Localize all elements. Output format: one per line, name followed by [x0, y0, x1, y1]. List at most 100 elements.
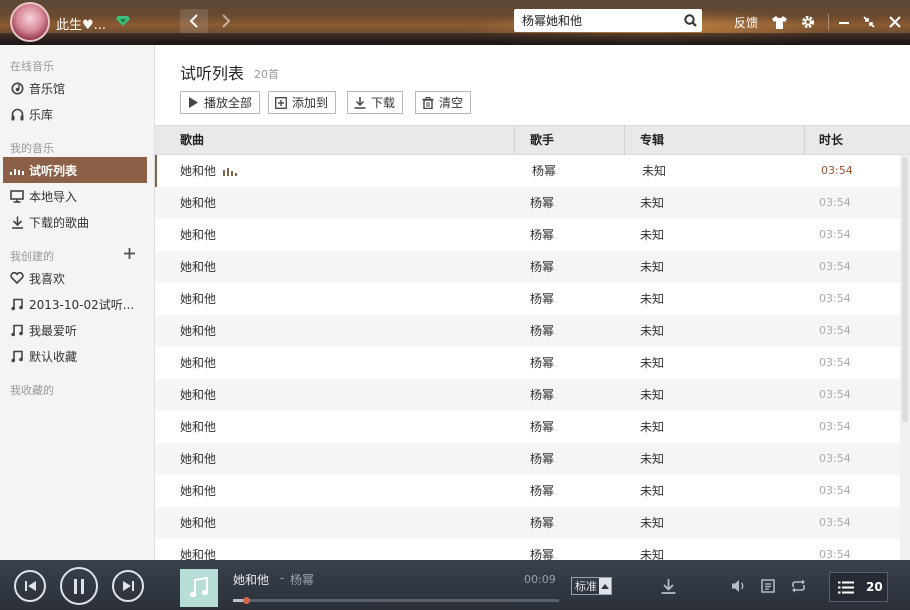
forward-button[interactable]	[212, 9, 240, 33]
table-row[interactable]: 她和他 杨幂 未知 03:54	[155, 475, 900, 507]
skip-previous-icon	[24, 581, 36, 591]
quality-label: 标准	[575, 580, 597, 593]
song-duration: 03:54	[821, 164, 853, 177]
sidebar-item-playlist-2013[interactable]: 2013-10-02试听...	[3, 291, 147, 317]
music-hall-icon	[10, 81, 24, 95]
clear-label: 清空	[439, 96, 464, 110]
minimize-button[interactable]	[834, 12, 854, 32]
album-cover[interactable]	[180, 569, 218, 607]
table-row-playing[interactable]: 她和他 杨幂 未知 03:54	[155, 155, 900, 187]
sidebar-item-music-hall[interactable]: 音乐馆	[3, 75, 147, 101]
song-title: 她和他	[180, 388, 217, 402]
column-header-album[interactable]: 专辑	[626, 126, 664, 154]
avatar[interactable]	[10, 2, 50, 42]
list-icon	[838, 581, 854, 593]
sidebar-item-local-import[interactable]: 本地导入	[3, 183, 147, 209]
clear-button[interactable]: 清空	[415, 91, 472, 114]
sidebar-item-label: 本地导入	[29, 189, 78, 204]
settings-button[interactable]	[798, 12, 818, 32]
column-header-artist[interactable]: 歌手	[516, 126, 554, 154]
add-to-label: 添加到	[292, 96, 329, 110]
table-row[interactable]: 她和他 杨幂 未知 03:54	[155, 283, 900, 315]
scrollbar[interactable]	[900, 155, 910, 560]
download-button[interactable]	[659, 577, 677, 595]
table-row[interactable]: 她和他 杨幂 未知 03:54	[155, 411, 900, 443]
search-button[interactable]	[678, 10, 702, 31]
gear-icon	[802, 16, 814, 28]
progress-knob[interactable]	[243, 597, 250, 604]
column-header-duration[interactable]: 时长	[805, 126, 843, 154]
now-playing-artist[interactable]: 杨幂	[290, 571, 314, 588]
plus-icon	[123, 247, 135, 259]
table-row[interactable]: 她和他 杨幂 未知 03:54	[155, 219, 900, 251]
song-title: 她和他	[180, 484, 217, 498]
lyrics-button[interactable]	[759, 577, 777, 595]
playlist-count: 20	[866, 580, 883, 594]
download-icon	[354, 96, 366, 109]
play-all-label: 播放全部	[204, 96, 253, 110]
sidebar-item-listening-list[interactable]: 试听列表	[3, 157, 147, 183]
sidebar-item-most-loved[interactable]: 我最爱听	[3, 317, 147, 343]
download-button[interactable]: 下载	[347, 91, 404, 114]
song-artist: 杨幂	[530, 452, 555, 466]
skip-next-icon	[122, 581, 134, 591]
previous-button[interactable]	[14, 570, 46, 602]
sidebar-item-library[interactable]: 乐库	[3, 101, 147, 127]
trash-icon	[422, 96, 434, 109]
table-row[interactable]: 她和他 杨幂 未知 03:54	[155, 539, 900, 560]
volume-button[interactable]	[730, 577, 748, 595]
username[interactable]: 此生♥...	[56, 14, 106, 33]
skin-button[interactable]	[769, 12, 789, 32]
add-playlist-button[interactable]	[122, 246, 136, 260]
play-all-button[interactable]: 播放全部	[180, 91, 261, 114]
add-box-icon	[275, 96, 287, 109]
song-duration: 03:54	[819, 516, 851, 529]
song-duration: 03:54	[819, 452, 851, 465]
table-row[interactable]: 她和他 杨幂 未知 03:54	[155, 251, 900, 283]
table-row[interactable]: 她和他 杨幂 未知 03:54	[155, 315, 900, 347]
pause-button[interactable]	[60, 567, 98, 605]
next-button[interactable]	[112, 570, 144, 602]
close-button[interactable]	[885, 12, 905, 32]
sidebar-item-default-collection[interactable]: 默认收藏	[3, 343, 147, 369]
song-title: 她和他	[180, 516, 217, 530]
sidebar-item-favorites[interactable]: 我喜欢	[3, 265, 147, 291]
topbar-divider	[828, 14, 829, 30]
mini-mode-button[interactable]	[859, 12, 879, 32]
song-artist: 杨幂	[530, 292, 555, 306]
table-row[interactable]: 她和他 杨幂 未知 03:54	[155, 187, 900, 219]
elapsed-time: 00:09	[524, 573, 556, 586]
table-row[interactable]: 她和他 杨幂 未知 03:54	[155, 507, 900, 539]
search-input[interactable]	[514, 10, 678, 31]
song-title: 她和他	[180, 356, 217, 370]
scrollbar-thumb[interactable]	[902, 157, 908, 422]
song-title: 她和他	[180, 324, 217, 338]
playing-bars-icon	[223, 167, 239, 176]
chevron-up-icon	[599, 578, 611, 594]
song-album: 未知	[640, 516, 665, 530]
volume-icon	[732, 580, 744, 592]
progress-bar[interactable]	[233, 597, 559, 604]
headphones-icon	[10, 107, 24, 121]
song-title: 她和他	[180, 196, 217, 210]
add-to-button[interactable]: 添加到	[268, 91, 337, 114]
sidebar: 在线音乐 音乐馆 乐库 我的音乐 试听列表 本地导入 下载的歌曲 我创建的 我喜…	[0, 45, 155, 560]
repeat-button[interactable]	[789, 577, 807, 595]
song-album: 未知	[640, 228, 665, 242]
song-album: 未知	[640, 196, 665, 210]
playlist-button[interactable]: 20	[829, 572, 888, 602]
section-title-collected: 我收藏的	[10, 384, 54, 397]
top-bar: 此生♥... 反馈	[0, 0, 910, 45]
column-header-song[interactable]: 歌曲	[166, 126, 204, 154]
table-row[interactable]: 她和他 杨幂 未知 03:54	[155, 347, 900, 379]
vip-diamond-icon[interactable]	[116, 15, 130, 27]
table-row[interactable]: 她和他 杨幂 未知 03:54	[155, 379, 900, 411]
sidebar-item-downloaded[interactable]: 下载的歌曲	[3, 209, 147, 235]
music-note-icon	[189, 577, 209, 598]
quality-selector[interactable]: 标准	[571, 577, 612, 595]
feedback-link[interactable]: 反馈	[734, 0, 758, 45]
back-button[interactable]	[180, 9, 208, 33]
now-playing-title[interactable]: 她和他	[233, 571, 269, 588]
table-row[interactable]: 她和他 杨幂 未知 03:54	[155, 443, 900, 475]
section-title-created: 我创建的	[10, 250, 54, 263]
